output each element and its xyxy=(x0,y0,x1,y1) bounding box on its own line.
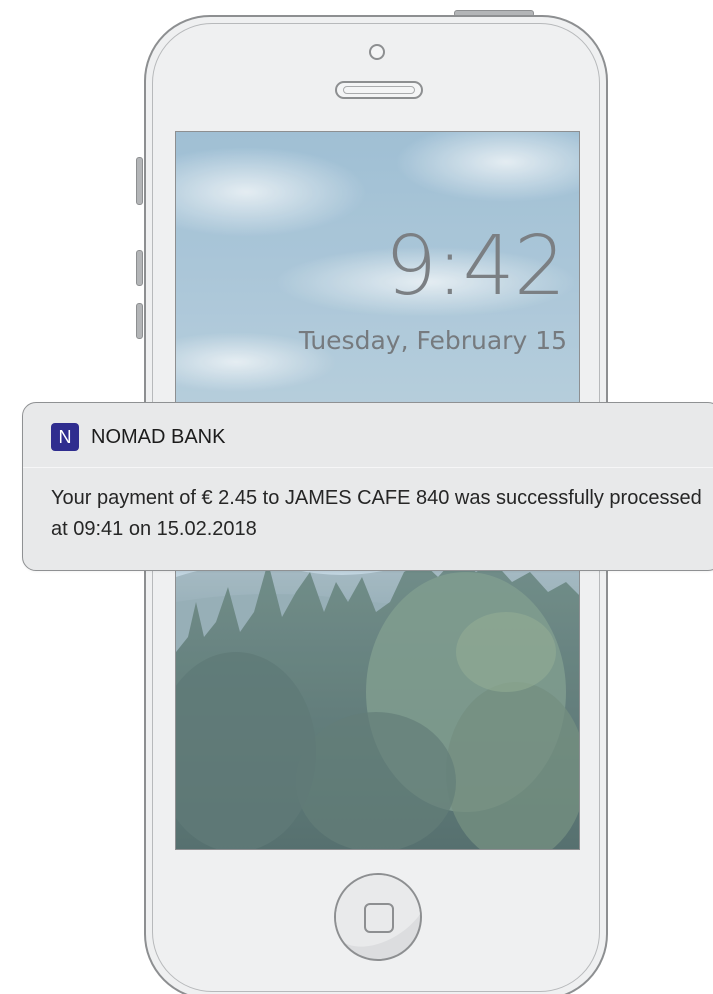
lock-screen-date: Tuesday, February 15 xyxy=(298,326,567,355)
volume-down-button xyxy=(136,303,143,339)
home-button-icon xyxy=(364,903,394,933)
push-notification[interactable]: N NOMAD BANK Your payment of € 2.45 to J… xyxy=(22,402,713,571)
phone-mockup-scene: 9:42 Tuesday, February 15 N NOMAD BANK Y… xyxy=(0,0,713,994)
mute-switch xyxy=(136,157,143,205)
volume-up-button xyxy=(136,250,143,286)
app-icon: N xyxy=(51,423,79,451)
speaker-icon xyxy=(335,81,423,99)
home-button[interactable] xyxy=(334,873,422,961)
notification-app-name: NOMAD BANK xyxy=(91,426,226,448)
front-camera-icon xyxy=(369,44,385,60)
notification-message: Your payment of € 2.45 to JAMES CAFE 840… xyxy=(51,487,702,540)
notification-header: N NOMAD BANK xyxy=(23,403,713,468)
lock-screen-time: 9:42 xyxy=(384,219,566,314)
